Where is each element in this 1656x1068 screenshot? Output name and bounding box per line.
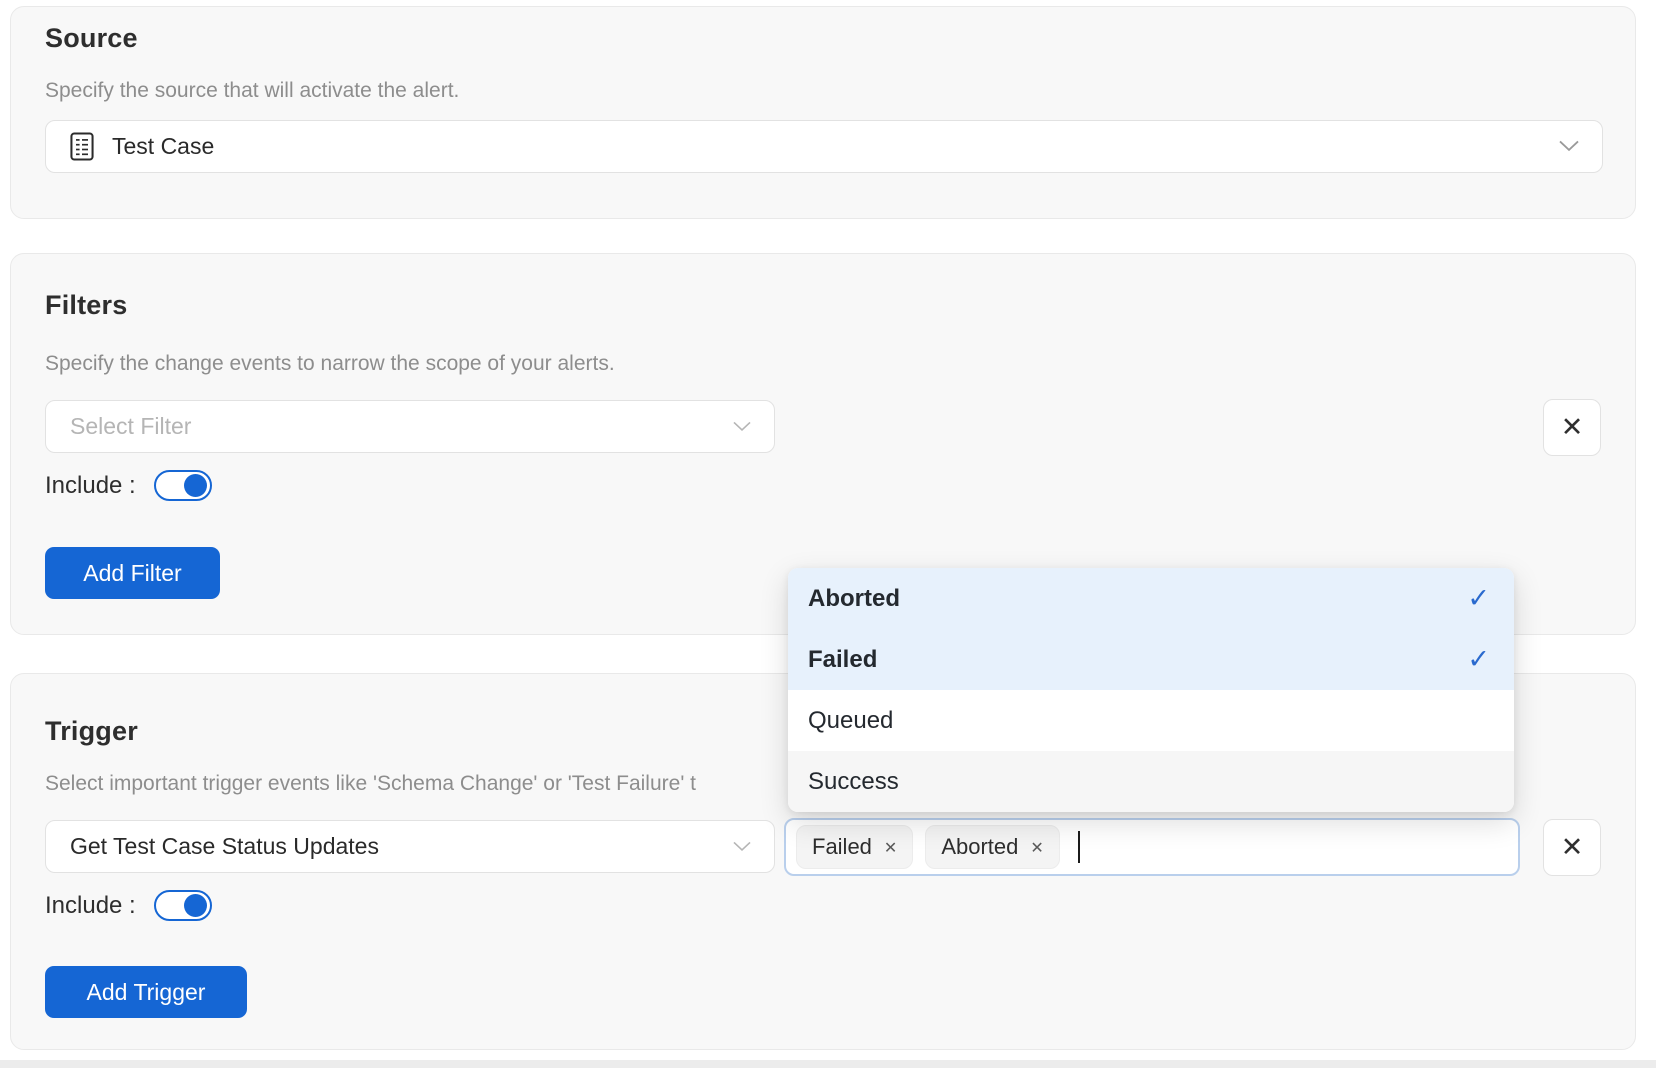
dropdown-option-failed[interactable]: Failed ✓	[788, 629, 1514, 690]
dropdown-option-aborted[interactable]: Aborted ✓	[788, 568, 1514, 629]
filters-description: Specify the change events to narrow the …	[45, 352, 615, 376]
trigger-include-toggle[interactable]	[154, 890, 212, 921]
remove-trigger-button[interactable]: ✕	[1543, 819, 1601, 876]
test-document-icon	[70, 132, 94, 161]
trigger-title: Trigger	[45, 716, 138, 747]
trigger-select[interactable]: Get Test Case Status Updates	[45, 820, 775, 873]
option-label: Queued	[808, 707, 893, 735]
filter-include-toggle[interactable]	[154, 470, 212, 501]
page-bottom-edge	[0, 1060, 1656, 1068]
check-icon: ✓	[1467, 644, 1490, 675]
text-cursor	[1078, 831, 1080, 863]
dropdown-option-queued[interactable]: Queued	[788, 690, 1514, 751]
filter-select-placeholder: Select Filter	[70, 413, 191, 440]
option-label: Aborted	[808, 585, 900, 613]
source-select-value: Test Case	[112, 133, 214, 160]
add-filter-button[interactable]: Add Filter	[45, 547, 220, 599]
include-label: Include :	[45, 892, 136, 920]
chip-label: Failed	[812, 834, 872, 860]
filter-select[interactable]: Select Filter	[45, 400, 775, 453]
chevron-down-icon	[732, 839, 752, 857]
option-label: Success	[808, 768, 899, 796]
remove-filter-button[interactable]: ✕	[1543, 399, 1601, 456]
source-description: Specify the source that will activate th…	[45, 79, 459, 103]
filters-title: Filters	[45, 290, 127, 321]
trigger-events-multiselect-input[interactable]: Failed ✕ Aborted ✕	[784, 818, 1520, 876]
chip-remove-icon[interactable]: ✕	[1030, 838, 1043, 857]
include-label: Include :	[45, 472, 136, 500]
filter-include-row: Include :	[45, 470, 212, 501]
check-icon: ✓	[1467, 583, 1490, 614]
trigger-select-value: Get Test Case Status Updates	[70, 833, 379, 860]
selected-event-chip: Failed ✕	[796, 825, 913, 869]
source-title: Source	[45, 23, 138, 54]
option-label: Failed	[808, 646, 877, 674]
toggle-knob	[184, 474, 207, 497]
source-select[interactable]: Test Case	[45, 120, 1603, 173]
chevron-down-icon	[1558, 139, 1580, 157]
selected-event-chip: Aborted ✕	[925, 825, 1059, 869]
trigger-include-row: Include :	[45, 890, 212, 921]
alert-configuration-page: Source Specify the source that will acti…	[0, 0, 1656, 1068]
dropdown-option-success[interactable]: Success	[788, 751, 1514, 812]
trigger-description: Select important trigger events like 'Sc…	[45, 772, 696, 796]
add-trigger-button[interactable]: Add Trigger	[45, 966, 247, 1018]
chip-remove-icon[interactable]: ✕	[884, 838, 897, 857]
chip-label: Aborted	[941, 834, 1018, 860]
source-section-card: Source Specify the source that will acti…	[10, 6, 1636, 219]
trigger-events-dropdown: Aborted ✓ Failed ✓ Queued Success	[788, 568, 1514, 812]
chevron-down-icon	[732, 419, 752, 437]
toggle-knob	[184, 894, 207, 917]
